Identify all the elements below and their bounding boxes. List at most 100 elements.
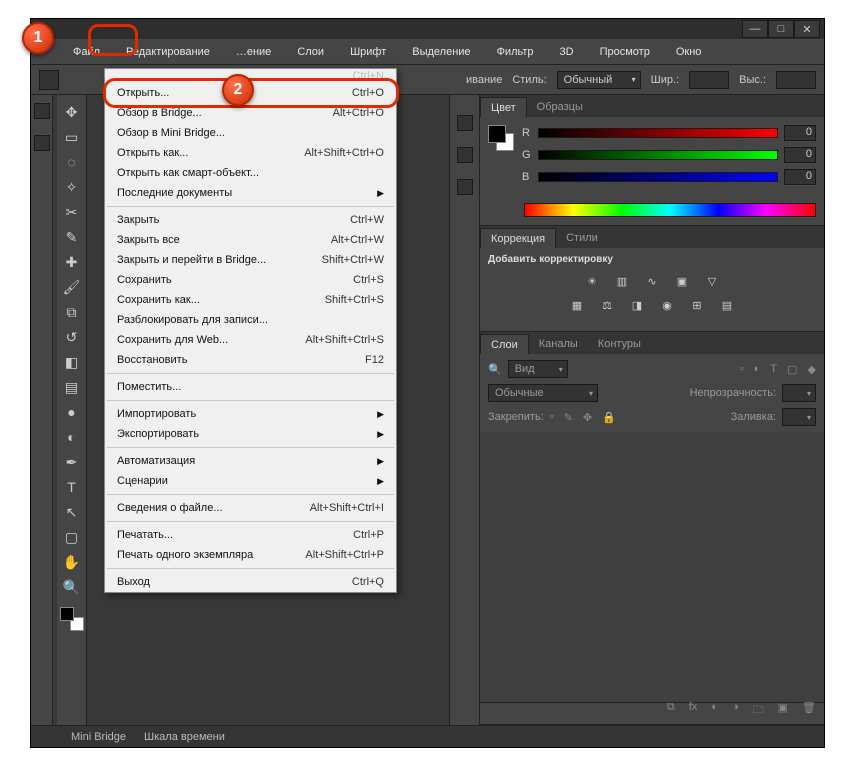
path-tool-icon[interactable]: ↖ xyxy=(60,501,84,523)
tab-swatches[interactable]: Образцы xyxy=(527,97,593,117)
type-tool-icon[interactable]: T xyxy=(60,476,84,498)
photo-icon[interactable]: ◉ xyxy=(658,297,676,313)
history-icon[interactable] xyxy=(34,103,50,119)
blur-tool-icon[interactable]: ● xyxy=(60,401,84,423)
lock-icons[interactable]: ▫✎✥🔒 xyxy=(550,411,616,424)
tab-layers[interactable]: Слои xyxy=(480,334,529,354)
menu-filter[interactable]: Фильтр xyxy=(491,42,540,62)
menu-item[interactable]: Экспортировать▶ xyxy=(105,424,396,444)
lasso-tool-icon[interactable]: ◌ xyxy=(60,151,84,173)
curves-icon[interactable]: ∿ xyxy=(643,273,661,289)
panel-icon-1[interactable] xyxy=(457,115,473,131)
kind-select[interactable]: Вид xyxy=(508,360,568,378)
menu-item[interactable]: Печатать...Ctrl+P xyxy=(105,525,396,545)
opacity-input[interactable] xyxy=(782,384,816,402)
r-value[interactable]: 0 xyxy=(784,125,816,141)
g-slider[interactable] xyxy=(538,150,778,160)
style-select[interactable]: Обычный xyxy=(557,71,641,89)
filter-icons[interactable]: ▫◐T▢◆ xyxy=(740,363,816,376)
brush-tool-icon[interactable]: 🖌 xyxy=(60,276,84,298)
panel-icon-2[interactable] xyxy=(457,147,473,163)
levels-icon[interactable]: ▥ xyxy=(613,273,631,289)
group-icon[interactable]: 🗀 xyxy=(753,701,764,720)
exposure-icon[interactable]: ▣ xyxy=(673,273,691,289)
menu-view[interactable]: Просмотр xyxy=(594,42,656,62)
b-slider[interactable] xyxy=(538,172,778,182)
menu-layer[interactable]: Слои xyxy=(291,42,330,62)
height-input[interactable] xyxy=(776,71,816,89)
menu-item[interactable]: СохранитьCtrl+S xyxy=(105,270,396,290)
pen-tool-icon[interactable]: ✒ xyxy=(60,451,84,473)
maximize-button[interactable]: □ xyxy=(768,20,794,38)
menu-item[interactable]: Обзор в Mini Bridge... xyxy=(105,123,396,143)
trash-icon[interactable]: 🗑 xyxy=(802,701,816,720)
adj-layer-icon[interactable]: ◑ xyxy=(732,701,739,720)
menu-item[interactable]: Открыть как смарт-объект... xyxy=(105,163,396,183)
menu-item[interactable]: Сценарии▶ xyxy=(105,471,396,491)
menu-item[interactable]: Сохранить для Web...Alt+Shift+Ctrl+S xyxy=(105,330,396,350)
marquee-tool-icon[interactable]: ▭ xyxy=(60,126,84,148)
color-swatch[interactable] xyxy=(60,607,84,631)
crop-tool-icon[interactable]: ✂ xyxy=(60,201,84,223)
current-tool-icon[interactable] xyxy=(39,70,59,90)
tab-paths[interactable]: Контуры xyxy=(588,334,651,354)
gradient-tool-icon[interactable]: ▤ xyxy=(60,376,84,398)
tab-channels[interactable]: Каналы xyxy=(529,334,588,354)
menu-item[interactable]: Закрыть всеAlt+Ctrl+W xyxy=(105,230,396,250)
menu-item[interactable]: Открыть как...Alt+Shift+Ctrl+O xyxy=(105,143,396,163)
close-button[interactable]: ✕ xyxy=(794,20,820,38)
mixer-icon[interactable]: ⊞ xyxy=(688,297,706,313)
move-tool-icon[interactable]: ✥ xyxy=(60,101,84,123)
menu-item[interactable]: Закрыть и перейти в Bridge...Shift+Ctrl+… xyxy=(105,250,396,270)
panel-swatch[interactable] xyxy=(488,125,514,151)
lookup-icon[interactable]: ▤ xyxy=(718,297,736,313)
spectrum-bar[interactable] xyxy=(524,203,816,217)
tab-color[interactable]: Цвет xyxy=(480,97,527,117)
menu-type[interactable]: Шрифт xyxy=(344,42,392,62)
status-tab-timeline[interactable]: Шкала времени xyxy=(144,731,225,743)
shape-tool-icon[interactable]: ▢ xyxy=(60,526,84,548)
vibrance-icon[interactable]: ▽ xyxy=(703,273,721,289)
menu-item[interactable]: Разблокировать для записи... xyxy=(105,310,396,330)
balance-icon[interactable]: ⚖ xyxy=(598,297,616,313)
menu-item[interactable]: Импортировать▶ xyxy=(105,404,396,424)
new-layer-icon[interactable]: ▣ xyxy=(778,701,788,720)
menu-item[interactable]: ВосстановитьF12 xyxy=(105,350,396,370)
menu-image[interactable]: …ение xyxy=(230,42,277,62)
tab-adjustments[interactable]: Коррекция xyxy=(480,228,556,248)
menu-item[interactable]: Поместить... xyxy=(105,377,396,397)
menu-item[interactable]: Сохранить как...Shift+Ctrl+S xyxy=(105,290,396,310)
tab-styles[interactable]: Стили xyxy=(556,228,608,248)
minimize-button[interactable]: — xyxy=(742,20,768,38)
brightness-icon[interactable]: ☀ xyxy=(583,273,601,289)
bw-icon[interactable]: ◨ xyxy=(628,297,646,313)
dodge-tool-icon[interactable]: ◐ xyxy=(60,426,84,448)
width-input[interactable] xyxy=(689,71,729,89)
menu-window[interactable]: Окно xyxy=(670,42,708,62)
b-value[interactable]: 0 xyxy=(784,169,816,185)
menu-3d[interactable]: 3D xyxy=(554,42,580,62)
wand-tool-icon[interactable]: ✧ xyxy=(60,176,84,198)
blend-select[interactable]: Обычные xyxy=(488,384,598,402)
fill-input[interactable] xyxy=(782,408,816,426)
history-brush-icon[interactable]: ↺ xyxy=(60,326,84,348)
menu-item[interactable]: Автоматизация▶ xyxy=(105,451,396,471)
status-tab-minibridge[interactable]: Mini Bridge xyxy=(71,731,126,743)
heal-tool-icon[interactable]: ✚ xyxy=(60,251,84,273)
eyedropper-tool-icon[interactable]: ✎ xyxy=(60,226,84,248)
panel-icon-3[interactable] xyxy=(457,179,473,195)
mask-icon[interactable]: ◐ xyxy=(711,701,718,720)
menu-item[interactable]: Последние документы▶ xyxy=(105,183,396,203)
menu-item[interactable]: Сведения о файле...Alt+Shift+Ctrl+I xyxy=(105,498,396,518)
eraser-tool-icon[interactable]: ◧ xyxy=(60,351,84,373)
hue-icon[interactable]: ▦ xyxy=(568,297,586,313)
hand-tool-icon[interactable]: ✋ xyxy=(60,551,84,573)
zoom-tool-icon[interactable]: 🔍 xyxy=(60,576,84,598)
stamp-tool-icon[interactable]: ⧉ xyxy=(60,301,84,323)
props-icon[interactable] xyxy=(34,135,50,151)
fx-icon[interactable]: fx xyxy=(689,701,698,720)
menu-select[interactable]: Выделение xyxy=(406,42,476,62)
menu-item[interactable]: ВыходCtrl+Q xyxy=(105,572,396,592)
link-icon[interactable]: ⧉ xyxy=(667,701,675,720)
menu-item[interactable]: Печать одного экземпляраAlt+Shift+Ctrl+P xyxy=(105,545,396,565)
